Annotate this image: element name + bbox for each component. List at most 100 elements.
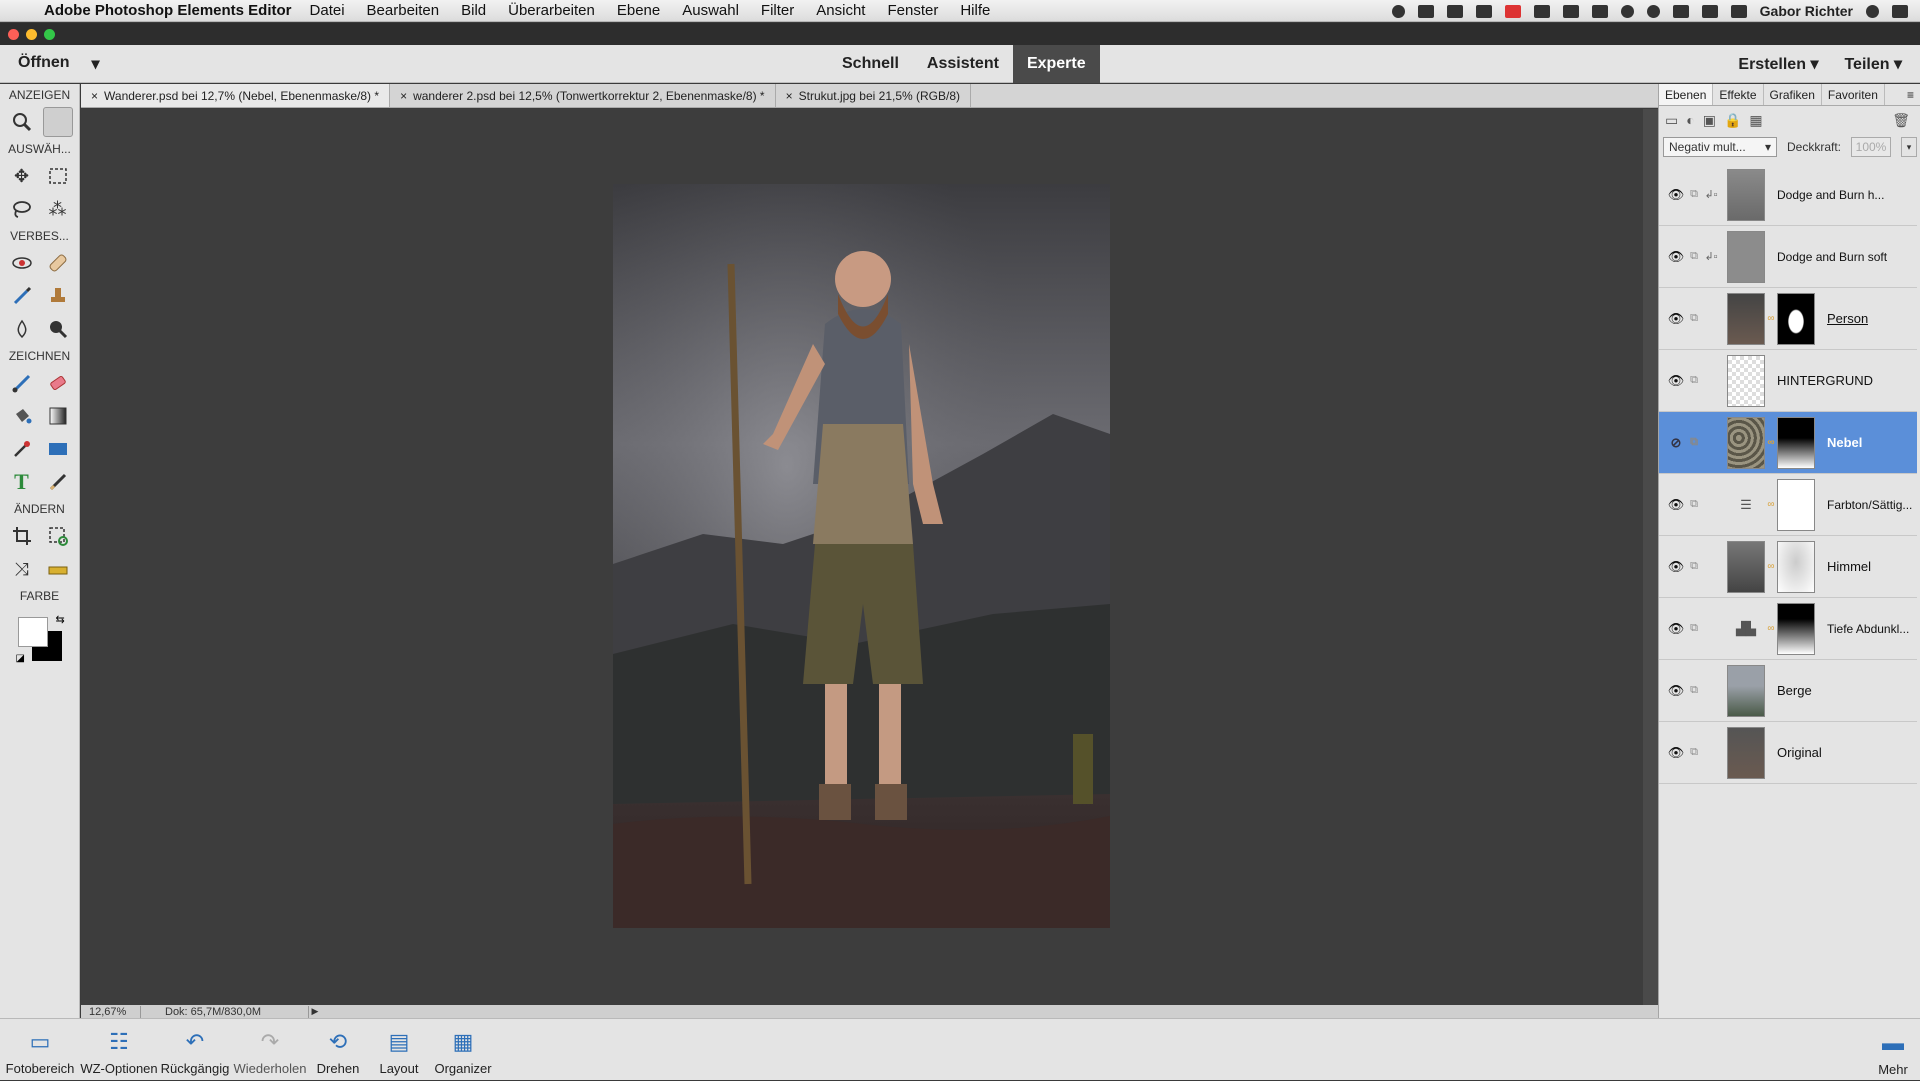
spot-healing-tool-icon[interactable] bbox=[43, 248, 73, 278]
mask-link-icon[interactable]: ∞ bbox=[1765, 623, 1777, 634]
mask-link-icon[interactable]: ∞ bbox=[1765, 499, 1777, 510]
link-icon[interactable]: ⧉ bbox=[1687, 746, 1701, 759]
display-icon[interactable] bbox=[1417, 4, 1434, 18]
tool-options-button[interactable]: ☷ WZ-Optionen bbox=[80, 1019, 158, 1080]
mask-link-icon[interactable]: ∞ bbox=[1765, 561, 1777, 572]
eye-icon[interactable]: 👁 bbox=[1665, 311, 1687, 327]
default-colors-icon[interactable]: ◪ bbox=[16, 653, 25, 664]
vertical-scrollbar[interactable] bbox=[1643, 109, 1658, 1005]
type-tool-icon[interactable]: T bbox=[7, 467, 37, 497]
photo-bin-button[interactable]: ▭ Fotobereich bbox=[0, 1019, 80, 1080]
user-name[interactable]: Gabor Richter bbox=[1760, 3, 1853, 19]
blend-mode-select[interactable]: Negativ mult... ▾ bbox=[1663, 137, 1777, 157]
link-icon[interactable]: ⧉ bbox=[1687, 560, 1701, 573]
rotate-button[interactable]: ⟲ Drehen bbox=[308, 1019, 368, 1080]
lock-icon[interactable]: 🔒 bbox=[1724, 112, 1741, 129]
close-icon[interactable]: × bbox=[91, 89, 98, 103]
volume-icon[interactable] bbox=[1730, 4, 1747, 18]
tab-favoriten[interactable]: Favoriten bbox=[1822, 84, 1885, 105]
status-menu-arrow-icon[interactable]: ▶ bbox=[309, 1006, 321, 1017]
link-icon[interactable]: ⧉ bbox=[1687, 684, 1701, 697]
open-button[interactable]: Öffnen ▾ bbox=[18, 54, 100, 74]
brush-tool-icon[interactable] bbox=[7, 368, 37, 398]
sponge-zoom-tool-icon[interactable] bbox=[43, 314, 73, 344]
adjustment-layer-icon[interactable]: ◐ bbox=[1686, 112, 1694, 128]
eye-icon[interactable]: 👁 bbox=[1665, 683, 1687, 699]
layout-button[interactable]: ▤ Layout bbox=[368, 1019, 430, 1080]
quick-selection-tool-icon[interactable]: ⁂ bbox=[43, 194, 73, 224]
notification-icon[interactable] bbox=[1892, 4, 1908, 18]
eye-icon[interactable]: 👁 bbox=[1665, 373, 1687, 389]
app-menu[interactable]: Adobe Photoshop Elements Editor bbox=[44, 2, 292, 19]
trash-icon[interactable]: 🗑 bbox=[1892, 112, 1910, 129]
eject-icon[interactable] bbox=[1701, 4, 1718, 18]
tab-ebenen[interactable]: Ebenen bbox=[1659, 84, 1714, 105]
message-icon[interactable] bbox=[1446, 4, 1463, 18]
new-layer-icon[interactable]: ▭ bbox=[1665, 112, 1678, 129]
send-icon[interactable] bbox=[1562, 4, 1579, 18]
tab-grafiken[interactable]: Grafiken bbox=[1764, 84, 1822, 105]
layer-row[interactable]: ⊘ ⧉ ∞ Nebel bbox=[1659, 412, 1917, 474]
gradient-tool-icon[interactable] bbox=[43, 401, 73, 431]
eye-icon[interactable]: 👁 bbox=[1665, 187, 1687, 203]
layer-row[interactable]: 👁 ⧉ Original bbox=[1659, 722, 1917, 784]
mode-schnell[interactable]: Schnell bbox=[828, 45, 913, 83]
clock-icon[interactable] bbox=[1620, 4, 1634, 18]
layer-mask-thumbnail[interactable] bbox=[1777, 540, 1815, 593]
opacity-dropdown-icon[interactable]: ▾ bbox=[1901, 137, 1918, 157]
eraser-tool-icon[interactable] bbox=[43, 368, 73, 398]
menu-bearbeiten[interactable]: Bearbeiten bbox=[367, 2, 440, 19]
link-icon[interactable]: ⧉ bbox=[1687, 436, 1701, 449]
add-mask-icon[interactable]: ▣ bbox=[1703, 112, 1716, 129]
close-icon[interactable]: × bbox=[786, 89, 793, 103]
link-icon[interactable]: ⧉ bbox=[1687, 622, 1701, 635]
more-button[interactable]: ▬ Mehr bbox=[1878, 1019, 1908, 1081]
zoom-tool-icon[interactable] bbox=[7, 107, 37, 137]
menu-filter[interactable]: Filter bbox=[761, 2, 794, 19]
minimize-window-button[interactable] bbox=[26, 29, 37, 40]
doc-tab-wanderer[interactable]: × Wanderer.psd bei 12,7% (Nebel, Ebenenma… bbox=[81, 84, 391, 107]
layer-mask-thumbnail[interactable] bbox=[1777, 416, 1815, 469]
link-icon[interactable]: ⧉ bbox=[1687, 498, 1701, 511]
eyedropper-tool-icon[interactable] bbox=[7, 434, 37, 464]
clone-stamp-tool-icon[interactable] bbox=[43, 281, 73, 311]
close-icon[interactable]: × bbox=[400, 89, 407, 103]
wifi-icon[interactable] bbox=[1672, 4, 1689, 18]
mask-link-icon[interactable]: ∞ bbox=[1765, 437, 1777, 448]
bluetooth-icon[interactable] bbox=[1646, 4, 1660, 18]
menu-bild[interactable]: Bild bbox=[461, 2, 486, 19]
opacity-input[interactable]: 100% bbox=[1851, 137, 1892, 157]
layer-mask-thumbnail[interactable] bbox=[1777, 602, 1815, 655]
menu-fenster[interactable]: Fenster bbox=[887, 2, 938, 19]
smart-brush-tool-icon[interactable] bbox=[7, 281, 37, 311]
menu-ebene[interactable]: Ebene bbox=[617, 2, 660, 19]
content-aware-move-tool-icon[interactable]: ⤨ bbox=[7, 554, 37, 584]
pencil-tool-icon[interactable] bbox=[43, 467, 73, 497]
doc-tab-wanderer2[interactable]: × wanderer 2.psd bei 12,5% (Tonwertkorrek… bbox=[390, 84, 776, 107]
layer-row[interactable]: 👁 ⧉ ∞ Himmel bbox=[1659, 536, 1917, 598]
marquee-tool-icon[interactable] bbox=[43, 161, 73, 191]
zoom-level[interactable]: 12,67% bbox=[81, 1005, 141, 1018]
eye-icon[interactable]: 👁 bbox=[1665, 497, 1687, 513]
doc-tab-strukut[interactable]: × Strukut.jpg bei 21,5% (RGB/8) bbox=[776, 84, 972, 107]
layer-row[interactable]: 👁 ⧉ Berge bbox=[1659, 660, 1917, 722]
swap-colors-icon[interactable]: ⇆ bbox=[56, 613, 65, 626]
cloud-icon[interactable] bbox=[1533, 4, 1550, 18]
mode-experte[interactable]: Experte bbox=[1012, 45, 1100, 83]
layer-mask-thumbnail[interactable] bbox=[1777, 478, 1815, 531]
layer-row[interactable]: 👁 ⧉ ☰ ∞ Farbton/Sättig... bbox=[1659, 474, 1917, 536]
record-icon[interactable] bbox=[1391, 4, 1405, 18]
zoom-window-button[interactable] bbox=[44, 29, 55, 40]
document-image[interactable] bbox=[613, 184, 1110, 928]
mask-link-icon[interactable]: ∞ bbox=[1765, 313, 1777, 324]
move-tool-icon[interactable]: ✥ bbox=[7, 161, 37, 191]
evernote-icon[interactable] bbox=[1475, 4, 1492, 18]
straighten-tool-icon[interactable] bbox=[43, 554, 73, 584]
red-eye-tool-icon[interactable] bbox=[7, 248, 37, 278]
hand-tool-icon[interactable] bbox=[42, 107, 73, 137]
undo-button[interactable]: ↶ Rückgängig bbox=[158, 1019, 232, 1080]
eye-icon[interactable]: 👁 bbox=[1665, 249, 1687, 265]
link-icon[interactable]: ⧉ bbox=[1687, 188, 1701, 201]
layer-row[interactable]: 👁 ⧉ ↲▫ Dodge and Burn h... bbox=[1659, 164, 1917, 226]
blur-tool-icon[interactable] bbox=[7, 314, 37, 344]
